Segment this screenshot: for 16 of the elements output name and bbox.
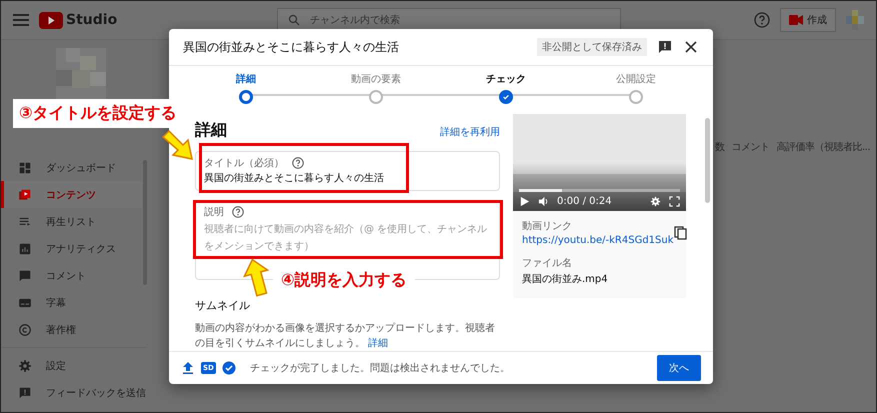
check-status: チェックが完了しました。問題は検出されませんでした。	[250, 362, 511, 375]
thumbnail-description: 動画の内容がわかる画像を選択するかアップロードします。視聴者の目を引くサムネイルにしましょう。 詳細	[195, 322, 496, 351]
link-label: 動画リンク	[522, 220, 573, 233]
file-name-label: ファイル名	[522, 257, 573, 270]
dialog-title: 異国の街並みとそこに暮らす人々の生活	[183, 38, 400, 56]
section-heading: 詳細	[195, 120, 227, 141]
logo-text: Studio	[66, 12, 118, 28]
field-label: タイトル（必須）	[204, 156, 284, 170]
file-name: 異国の街並み.mp4	[522, 273, 609, 286]
column-header: 数	[715, 141, 724, 152]
field-label: 説明	[204, 206, 224, 220]
status-badge: 非公開として保存済み	[537, 38, 647, 56]
video-time: 0:00 / 0:24	[557, 196, 612, 207]
thumbnail-heading: サムネイル	[195, 298, 251, 313]
column-header: 高評価率（視聴者比...	[776, 140, 870, 152]
column-header: コメント	[732, 141, 770, 152]
